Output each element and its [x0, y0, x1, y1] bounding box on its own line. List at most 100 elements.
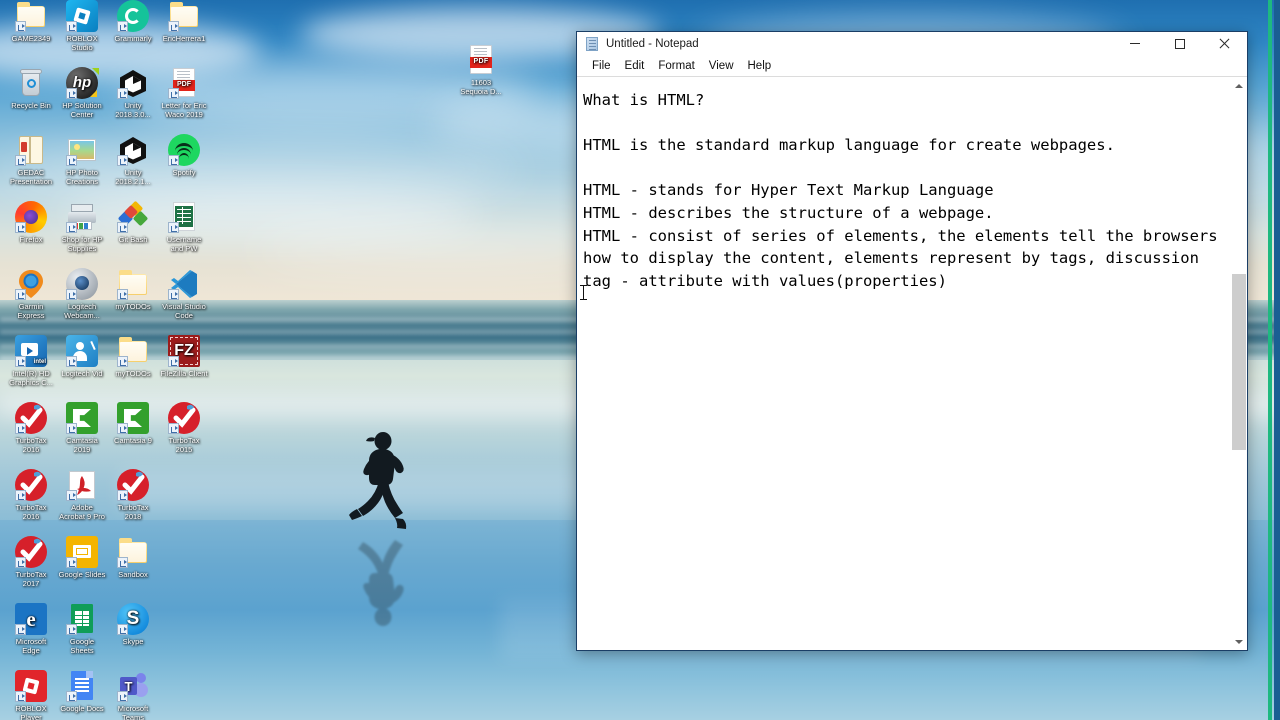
desktop-icon-shop-for-hp-supplies[interactable]: Shop for HP Supplies: [57, 201, 107, 253]
notepad-menu-bar[interactable]: File Edit Format View Help: [577, 56, 1247, 76]
scrollbar-track[interactable]: [1231, 94, 1247, 633]
icon-label: myTODOs: [115, 302, 151, 311]
desktop-icon-microsoft-teams[interactable]: T Microsoft Teams: [108, 670, 158, 720]
icon-label: myTODOs: [115, 369, 151, 378]
desktop-icon-hp-photo-creations[interactable]: HP Photo Creations: [57, 134, 107, 186]
shortcut-arrow-icon: [168, 423, 179, 434]
notepad-title-bar[interactable]: Untitled - Notepad: [577, 32, 1247, 56]
desktop-icon-ericherrera1[interactable]: EricHerrera1: [159, 0, 209, 44]
desktop-icon-firefox[interactable]: Firefox: [6, 201, 56, 245]
desktop-icon-logitech-vid[interactable]: Logitech Vid: [57, 335, 107, 379]
notepad-body: What is HTML? HTML is the standard marku…: [577, 76, 1247, 650]
shortcut-arrow-icon: [117, 289, 128, 300]
desktop-icon-roblox-studio[interactable]: ROBLOX Studio: [57, 0, 107, 52]
close-button[interactable]: [1202, 32, 1247, 56]
minimize-icon: [1129, 43, 1140, 44]
menu-item-edit[interactable]: Edit: [618, 58, 652, 75]
desktop-icon-intel-r-hd-graphics-c[interactable]: intel Intel(R) HD Graphics C...: [6, 335, 56, 387]
desktop-icon-turbotax-2016[interactable]: TurboTax 2016: [6, 402, 56, 454]
camtasia-icon: [117, 402, 149, 434]
desktop-icon-mytodos[interactable]: myTODOs: [108, 335, 158, 379]
minimize-button[interactable]: [1112, 32, 1157, 56]
right-edge-accent-bar: [1268, 0, 1272, 720]
desktop-icon-spotify[interactable]: Spotify: [159, 134, 209, 178]
desktop-icon-unity-2018-2-1[interactable]: Unity 2018.2.1...: [108, 134, 158, 186]
git-bash-icon: [117, 201, 149, 233]
shortcut-arrow-icon: [117, 691, 128, 702]
notepad-window[interactable]: Untitled - Notepad File Edit Format View…: [576, 31, 1248, 651]
desktop-icon-11603-sequoia[interactable]: PDF 11603 Sequoia D...: [456, 44, 506, 96]
desktop-icon-recycle-bin[interactable]: Recycle Bin: [6, 67, 56, 111]
desktop-icon-microsoft-edge[interactable]: e Microsoft Edge: [6, 603, 56, 655]
desktop-icon-skype[interactable]: S Skype: [108, 603, 158, 647]
shortcut-arrow-icon: [66, 88, 77, 99]
icon-label: Visual Studio Code: [162, 302, 206, 320]
shortcut-arrow-icon: [168, 289, 179, 300]
scroll-up-button[interactable]: [1231, 77, 1247, 94]
desktop-icon-letter-for-eric-waco-2019[interactable]: PDF Letter for Eric Waco 2019: [159, 67, 209, 119]
shortcut-arrow-icon: [66, 155, 77, 166]
desktop-icon-turbotax-2016[interactable]: TurboTax 2016: [6, 469, 56, 521]
desktop-icon-turbotax-2018[interactable]: TurboTax 2018: [108, 469, 158, 521]
camtasia-icon: [66, 402, 98, 434]
icon-label: Logitech Vid: [61, 369, 103, 378]
desktop-icon-google-sheets[interactable]: Google Sheets: [57, 603, 107, 655]
desktop-icon-unity-2018-3-0[interactable]: Unity 2018.3.0...: [108, 67, 158, 119]
desktop-icon-mytodos[interactable]: myTODOs: [108, 268, 158, 312]
desktop-icon-roblox-player[interactable]: ROBLOX Player: [6, 670, 56, 720]
desktop-icon-username-and-pw[interactable]: Username and PW: [159, 201, 209, 253]
icon-label: Logitech Webcam...: [64, 302, 100, 320]
desktop-icon-filezilla-client[interactable]: FZ FileZilla Client: [159, 335, 209, 379]
scroll-down-button[interactable]: [1231, 633, 1247, 650]
turbotax-icon: [117, 469, 149, 501]
shortcut-arrow-icon: [66, 21, 77, 32]
icon-label: Microsoft Edge: [15, 637, 47, 655]
icon-label: Skype: [122, 637, 144, 646]
icon-label: TurboTax 2016: [15, 503, 47, 521]
icon-label: Unity 2018.3.0...: [115, 101, 151, 119]
desktop-icon-google-docs[interactable]: Google Docs: [57, 670, 107, 714]
desktop-icon-garmin-express[interactable]: Garmin Express: [6, 268, 56, 320]
maximize-icon: [1174, 38, 1185, 49]
scrollbar-thumb[interactable]: [1232, 274, 1246, 450]
desktop-icon-turbotax-2015[interactable]: TurboTax 2015: [159, 402, 209, 454]
desktop[interactable]: GAME2349 ROBLOX Studio Grammarly EricHerrer…: [0, 0, 1280, 720]
desktop-icon-gedac-presentation[interactable]: GEDAC Presentation: [6, 134, 56, 186]
icon-label: TurboTax 2015: [168, 436, 200, 454]
icon-label: Shop for HP Supplies: [61, 235, 103, 253]
desktop-icon-visual-studio-code[interactable]: Visual Studio Code: [159, 268, 209, 320]
desktop-icon-turbotax-2017[interactable]: TurboTax 2017: [6, 536, 56, 588]
desktop-icon-logitech-webcam[interactable]: Logitech Webcam...: [57, 268, 107, 320]
desktop-icon-sandbox[interactable]: Sandbox: [108, 536, 158, 580]
desktop-icon-camtasia-2019[interactable]: Camtasia 2019: [57, 402, 107, 454]
vscode-icon: [168, 268, 200, 300]
icon-label: Camtasia 9: [114, 436, 152, 445]
shortcut-arrow-icon: [15, 557, 26, 568]
folder-icon: [168, 0, 200, 32]
maximize-button[interactable]: [1157, 32, 1202, 56]
desktop-icon-camtasia-9[interactable]: Camtasia 9: [108, 402, 158, 446]
menu-item-format[interactable]: Format: [651, 58, 701, 75]
edge-icon: e: [15, 603, 47, 635]
desktop-icon-adobe-acrobat-9-pro[interactable]: Adobe Acrobat 9 Pro: [57, 469, 107, 521]
icon-label: ROBLOX Studio: [66, 34, 98, 52]
desktop-icon-hp-solution-center[interactable]: hp HP Solution Center: [57, 67, 107, 119]
close-icon: [1219, 38, 1230, 49]
desktop-icon-game2349[interactable]: GAME2349: [6, 0, 56, 44]
desktop-icon-google-slides[interactable]: Google Slides: [57, 536, 107, 580]
shortcut-arrow-icon: [117, 423, 128, 434]
shortcut-arrow-icon: [168, 155, 179, 166]
desktop-icon-git-bash[interactable]: Git Bash: [108, 201, 158, 245]
icon-label: Adobe Acrobat 9 Pro: [59, 503, 105, 521]
shortcut-arrow-icon: [66, 423, 77, 434]
notepad-text-area[interactable]: What is HTML? HTML is the standard marku…: [577, 77, 1230, 650]
shortcut-arrow-icon: [15, 155, 26, 166]
desktop-icon-grammarly[interactable]: Grammarly: [108, 0, 158, 44]
menu-item-file[interactable]: File: [585, 58, 618, 75]
unity-icon: [117, 67, 149, 99]
shortcut-arrow-icon: [66, 289, 77, 300]
vertical-scrollbar[interactable]: [1230, 77, 1247, 650]
menu-item-view[interactable]: View: [702, 58, 741, 75]
menu-item-help[interactable]: Help: [741, 58, 779, 75]
shortcut-arrow-icon: [15, 289, 26, 300]
